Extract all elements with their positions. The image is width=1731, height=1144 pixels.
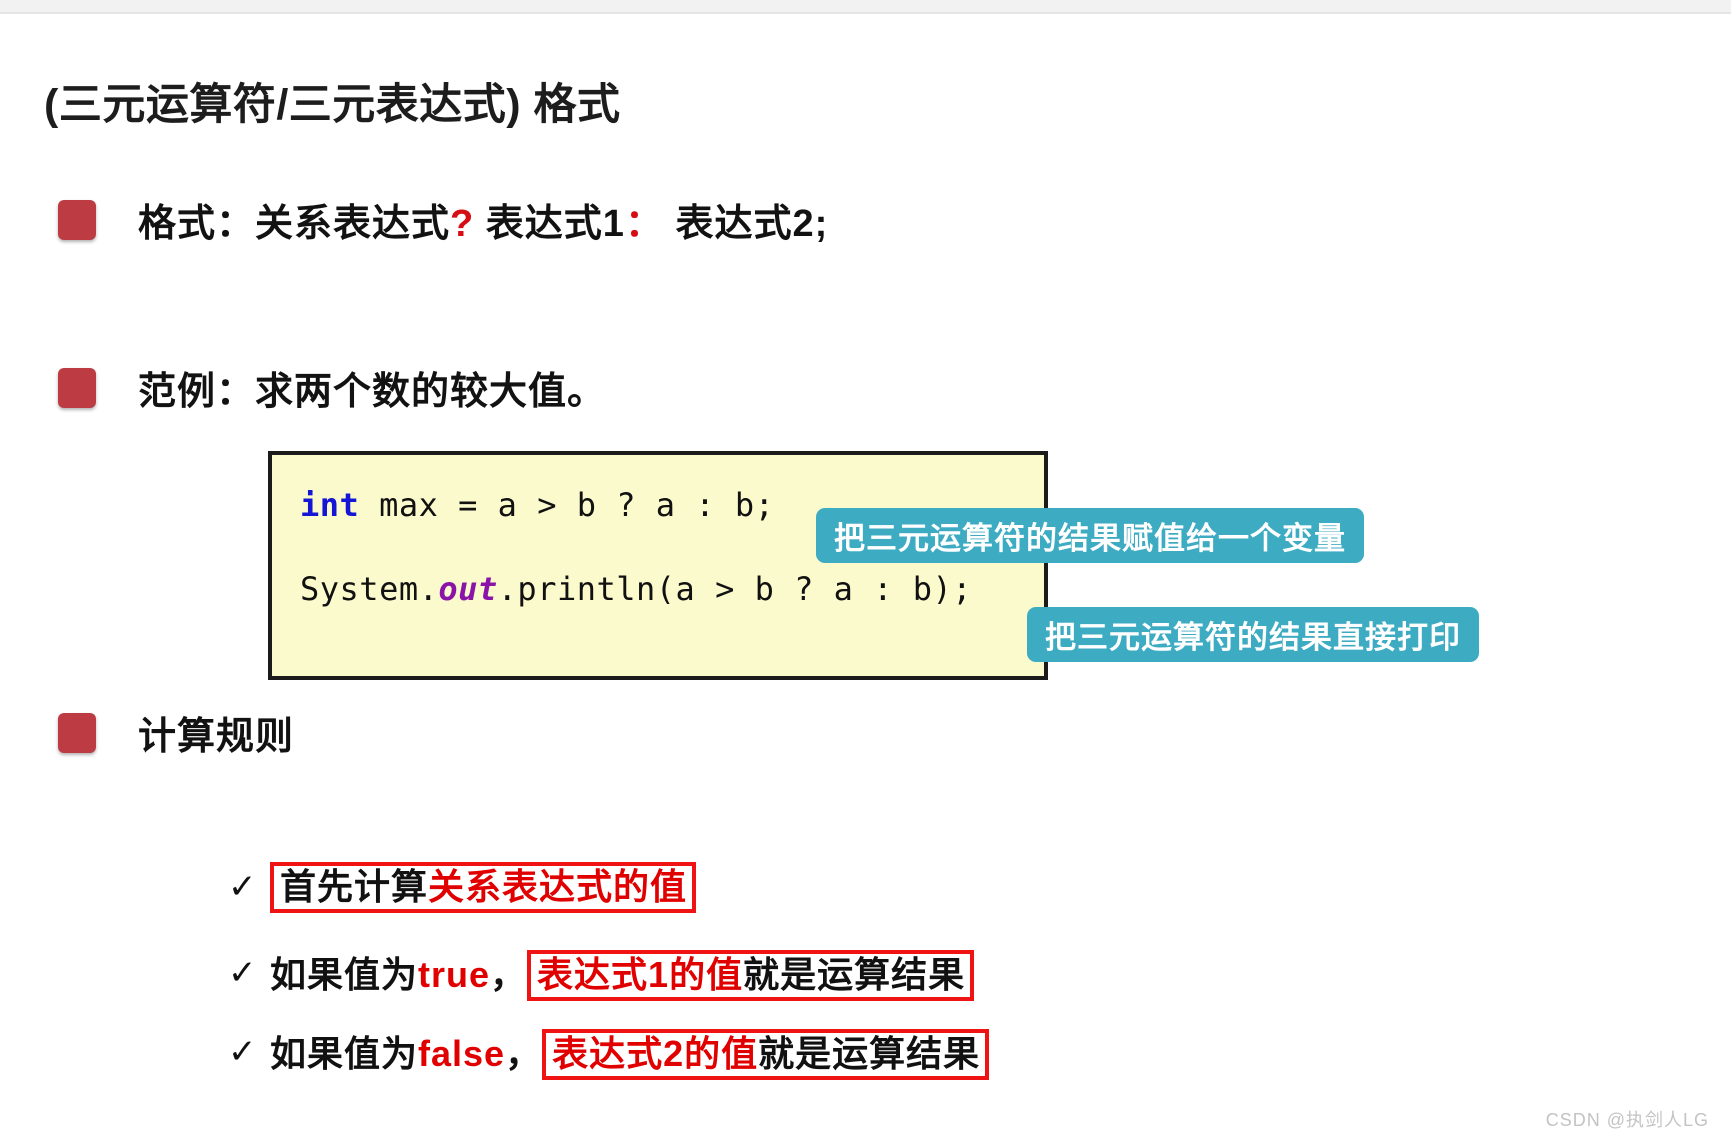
code-sample-block: int max = a > b ? a : b; System.out.prin… bbox=[268, 451, 1048, 680]
bullet-row-format: 格式：关系表达式? 表达式1： 表达式2; bbox=[58, 192, 828, 247]
top-decorative-divider bbox=[0, 12, 1731, 14]
check-icon: ✓ bbox=[228, 1033, 257, 1072]
rule-3-text: 如果值为false， 表达式2的值就是运算结果 bbox=[270, 1025, 990, 1080]
red-square-bullet-icon bbox=[58, 712, 96, 753]
format-colon-symbol: ： bbox=[624, 203, 664, 245]
rule-3-box-black: 就是运算结果 bbox=[758, 1033, 981, 1074]
callout-assign-result: 把三元运算符的结果赋值给一个变量 bbox=[816, 508, 1364, 563]
check-icon: ✓ bbox=[228, 954, 257, 993]
rule-2-box: 表达式1的值就是运算结果 bbox=[527, 950, 975, 1001]
code-line-2-prefix: System. bbox=[300, 570, 439, 608]
red-square-bullet-icon bbox=[58, 199, 96, 240]
rule-3-box: 表达式2的值就是运算结果 bbox=[542, 1029, 990, 1080]
bullet-example-text: 范例：求两个数的较大值。 bbox=[138, 371, 607, 413]
rule-item-3: ✓ 如果值为false， 表达式2的值就是运算结果 bbox=[228, 1025, 990, 1080]
bullet-row-example: 范例：求两个数的较大值。 bbox=[58, 360, 606, 415]
format-suffix: 表达式2; bbox=[663, 203, 829, 245]
rule-1-red-text: 关系表达式的值 bbox=[428, 866, 688, 907]
rule-3-lead-red: false bbox=[418, 1033, 506, 1074]
code-keyword-out: out bbox=[438, 570, 498, 608]
rule-1-black-text: 首先计算 bbox=[280, 866, 429, 907]
rule-item-2: ✓ 如果值为true， 表达式1的值就是运算结果 bbox=[228, 946, 975, 1001]
bullet-rule-text: 计算规则 bbox=[138, 716, 295, 758]
rule-2-lead-red: true bbox=[418, 954, 491, 995]
code-keyword-int: int bbox=[300, 486, 360, 524]
rule-1-box: 首先计算关系表达式的值 bbox=[270, 862, 697, 913]
code-line-1-rest: max = a > b ? a : b; bbox=[359, 486, 775, 524]
rule-2-box-black: 就是运算结果 bbox=[743, 954, 966, 995]
format-mid: 表达式1 bbox=[474, 203, 625, 245]
top-decorative-strip bbox=[0, 0, 1731, 12]
slide-canvas: (三元运算符/三元表达式) 格式 格式：关系表达式? 表达式1： 表达式2; 范… bbox=[0, 0, 1731, 1144]
rule-3-box-red: 表达式2的值 bbox=[552, 1033, 759, 1074]
rule-3-lead-black: 如果值为 bbox=[270, 1033, 419, 1074]
rule-2-lead-black: 如果值为 bbox=[270, 954, 419, 995]
rule-2-text: 如果值为true， 表达式1的值就是运算结果 bbox=[270, 946, 975, 1001]
rule-item-1: ✓ 首先计算关系表达式的值 bbox=[228, 862, 697, 913]
rule-3-comma: ， bbox=[505, 1033, 543, 1074]
page-title: (三元运算符/三元表达式) 格式 bbox=[44, 81, 621, 129]
callout-print-result: 把三元运算符的结果直接打印 bbox=[1027, 607, 1479, 662]
format-question-symbol: ? bbox=[450, 203, 475, 245]
bullet-row-calculation-rule: 计算规则 bbox=[58, 705, 294, 760]
bullet-format-text: 格式：关系表达式? 表达式1： 表达式2; bbox=[138, 192, 828, 247]
code-line-2-rest: .println(a > b ? a : b); bbox=[497, 570, 973, 608]
code-line-2: System.out.println(a > b ? a : b); bbox=[300, 573, 1044, 605]
rule-2-box-red: 表达式1的值 bbox=[537, 954, 744, 995]
rule-2-comma: ， bbox=[490, 954, 528, 995]
format-prefix: 格式：关系表达式 bbox=[138, 203, 451, 245]
watermark: CSDN @执剑人LG bbox=[1545, 1110, 1709, 1130]
red-square-bullet-icon bbox=[58, 367, 96, 408]
check-icon: ✓ bbox=[228, 868, 257, 907]
